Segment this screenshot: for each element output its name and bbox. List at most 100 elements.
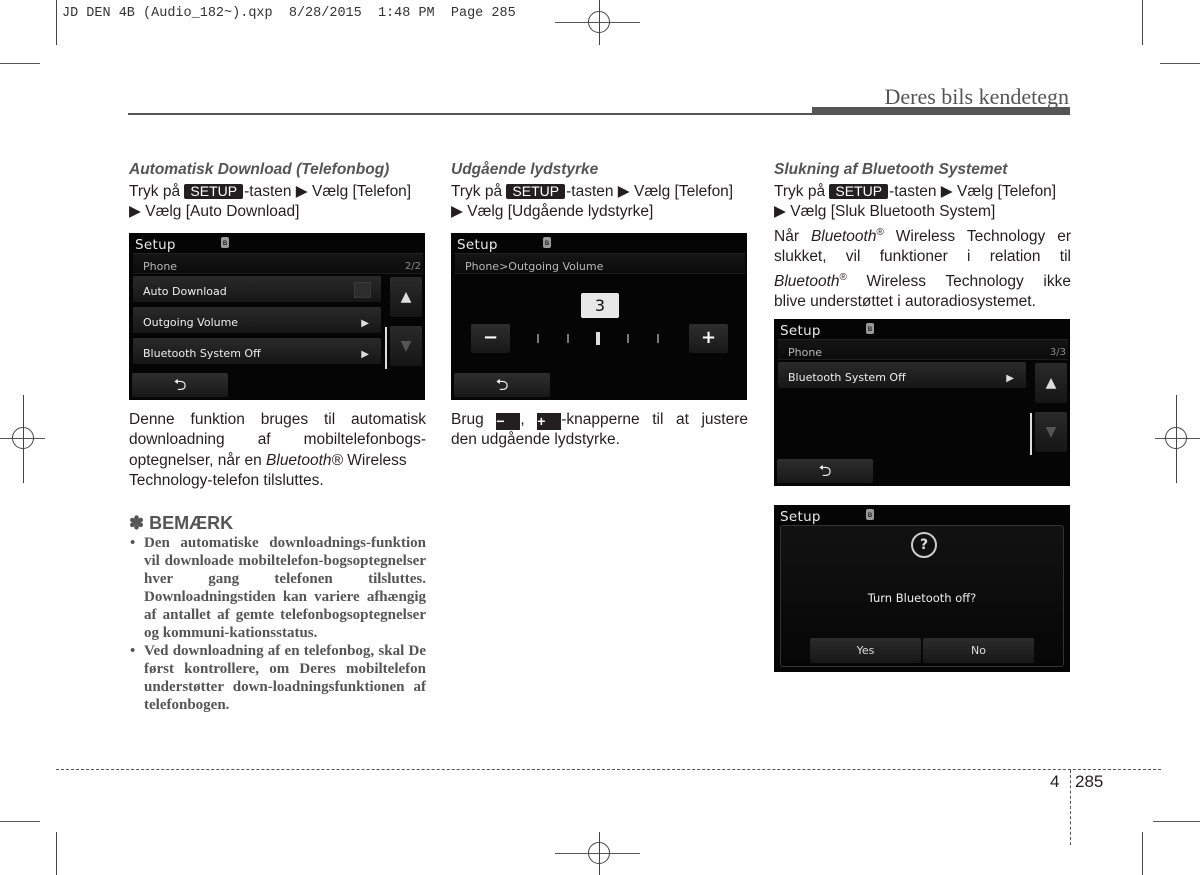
page-indicator: 2/2 — [404, 260, 421, 272]
scroll-down-button[interactable]: ▼ — [1035, 411, 1067, 452]
description: Denne funktion bruges til automatisk dow… — [129, 410, 426, 492]
column-bluetooth-off: Slukning af Bluetooth Systemet Tryk på S… — [774, 160, 1071, 672]
yes-button[interactable]: Yes — [810, 637, 921, 663]
crop-mark — [1160, 63, 1200, 64]
setup-key: SETUP — [829, 183, 889, 199]
step-text: Tryk på — [129, 182, 185, 200]
chapter-number: 4 — [1050, 772, 1060, 791]
back-arrow-icon: ⮌ — [173, 374, 187, 394]
menu-item-label: Auto Download — [143, 284, 227, 298]
breadcrumb: Phone 3/3 — [778, 338, 1068, 360]
setup-key: SETUP — [506, 183, 566, 199]
menu-item-outgoing-volume[interactable]: Outgoing Volume ▶ — [133, 306, 381, 333]
auto-download-checkbox[interactable] — [354, 281, 371, 298]
breadcrumb: Phone 2/2 — [133, 252, 423, 274]
screen-outgoing-volume: Setup ʙ Phone>Outgoing Volume 3 − + ⮌ — [451, 232, 747, 400]
volume-value: 3 — [581, 292, 619, 318]
back-button[interactable]: ⮌ — [777, 458, 873, 483]
body-text: optegnelser, når en Bluetooth® Wireless — [129, 451, 407, 469]
scroll-up-button[interactable]: ▲ — [390, 276, 422, 317]
chevron-right-icon: ▶ — [361, 348, 369, 360]
breadcrumb-text: Phone — [143, 259, 178, 273]
header-rule — [128, 113, 812, 115]
step-text: Tryk på — [774, 182, 830, 200]
volume-tick — [627, 333, 629, 343]
description: Brug −, + -knapperne til at justere den u… — [451, 410, 748, 451]
instruction-step: Tryk på SETUP -tasten ▶ Vælg [Telefon] — [451, 182, 748, 203]
back-button[interactable]: ⮌ — [132, 372, 228, 397]
crop-mark — [56, 0, 57, 45]
section-subtitle: Automatisk Download (Telefonbog) — [129, 161, 390, 178]
body-text: Når Bluetooth® Wireless Technology er — [774, 226, 1071, 245]
instruction-step: Tryk på SETUP -tasten ▶ Vælg [Telefon] — [774, 182, 1071, 203]
bluetooth-icon: ʙ — [866, 322, 874, 334]
header-rule-accent — [812, 107, 1070, 115]
step-text: -tasten ▶ Vælg [Telefon] — [244, 182, 412, 200]
page-indicator: 3/3 — [1049, 346, 1066, 358]
crop-mark — [1142, 0, 1143, 45]
back-arrow-icon: ⮌ — [495, 374, 509, 394]
step-text: -tasten ▶ Vælg [Telefon] — [889, 182, 1057, 200]
volume-tick-active — [596, 331, 600, 345]
description: Når Bluetooth® Wireless Technology er sl… — [774, 223, 1071, 313]
breadcrumb: Phone>Outgoing Volume — [455, 252, 745, 274]
instruction-step: ▶ Vælg [Auto Download] — [129, 203, 300, 220]
volume-tick — [657, 333, 659, 343]
menu-item-auto-download[interactable]: Auto Download — [133, 275, 381, 302]
back-button[interactable]: ⮌ — [454, 372, 550, 397]
chevron-right-icon: ▶ — [1006, 372, 1014, 384]
setup-key: SETUP — [184, 183, 244, 199]
menu-item-bluetooth-off[interactable]: Bluetooth System Off ▶ — [133, 337, 381, 364]
question-icon: ? — [911, 531, 937, 558]
screen-phone-settings: Setup ʙ Phone 2/2 Auto Download Outgoing … — [129, 232, 425, 400]
breadcrumb-text: Phone>Outgoing Volume — [465, 259, 604, 273]
minus-key: − — [496, 412, 521, 430]
instruction-step: ▶ Vælg [Udgående lydstyrke] — [451, 203, 654, 220]
body-text: downloadning af mobiltelefonbogs- — [129, 431, 426, 448]
crop-mark — [56, 832, 57, 875]
note-item: Den automatiske downloadnings-funktion v… — [129, 534, 426, 642]
volume-tick — [567, 333, 569, 343]
instruction-step: ▶ Vælg [Sluk Bluetooth System] — [774, 203, 996, 220]
body-text: Bluetooth® Wireless Technology ikke — [774, 271, 1071, 290]
confirm-dialog: ? Turn Bluetooth off? Yes No — [780, 524, 1064, 667]
body-text: Brug −, + -knapperne til at justere — [451, 410, 748, 430]
volume-minus-button[interactable]: − — [471, 323, 510, 353]
menu-item-label: Bluetooth System Off — [788, 370, 906, 384]
column-outgoing-volume: Udgående lydstyrke Tryk på SETUP -tasten … — [451, 160, 748, 451]
breadcrumb-text: Phone — [788, 345, 823, 359]
print-slug: JD DEN 4B (Audio_182~).qxp 8/28/2015 1:4… — [62, 6, 516, 21]
back-arrow-icon: ⮌ — [818, 460, 832, 480]
volume-plus-button[interactable]: + — [689, 323, 728, 353]
no-button[interactable]: No — [923, 637, 1034, 663]
body-text: blive understøttet i autoradiosystemet. — [774, 293, 1036, 311]
crop-mark — [1153, 821, 1200, 822]
registration-mark — [588, 842, 610, 864]
registration-mark — [588, 11, 610, 33]
note-list: Den automatiske downloadnings-funktion v… — [129, 534, 426, 714]
scroll-up-button[interactable]: ▲ — [1035, 362, 1067, 403]
body-text: Denne funktion bruges til automatisk — [129, 410, 426, 428]
chevron-right-icon: ▶ — [361, 317, 369, 329]
step-text: -tasten ▶ Vælg [Telefon] — [566, 182, 734, 200]
note-heading: ✽ BEMÆRK — [129, 512, 234, 533]
screen-confirm-dialog: Setup ʙ ? Turn Bluetooth off? Yes No — [774, 504, 1070, 672]
dialog-message: Turn Bluetooth off? — [867, 590, 977, 605]
menu-item-label: Outgoing Volume — [143, 315, 239, 329]
menu-item-label: Bluetooth System Off — [143, 346, 261, 360]
registration-mark — [1165, 427, 1187, 449]
scroll-down-button[interactable]: ▼ — [390, 325, 422, 366]
screen-phone-page3: Setup ʙ Phone 3/3 Bluetooth System Off ▶ … — [774, 318, 1070, 486]
body-text: Technology-telefon tilsluttes. — [129, 472, 324, 489]
bluetooth-icon: ʙ — [866, 508, 874, 520]
scrollbar[interactable] — [385, 326, 387, 369]
page-number: 285 — [1075, 772, 1104, 791]
scrollbar[interactable] — [1030, 412, 1032, 455]
step-text: Tryk på — [451, 182, 507, 200]
column-auto-download: Automatisk Download (Telefonbog) Tryk på… — [129, 160, 426, 714]
body-text: den udgående lydstyrke. — [451, 431, 620, 448]
volume-tick — [537, 333, 539, 343]
plus-key: + — [537, 412, 562, 430]
menu-item-bluetooth-off[interactable]: Bluetooth System Off ▶ — [778, 361, 1026, 388]
section-subtitle: Udgående lydstyrke — [451, 161, 599, 178]
